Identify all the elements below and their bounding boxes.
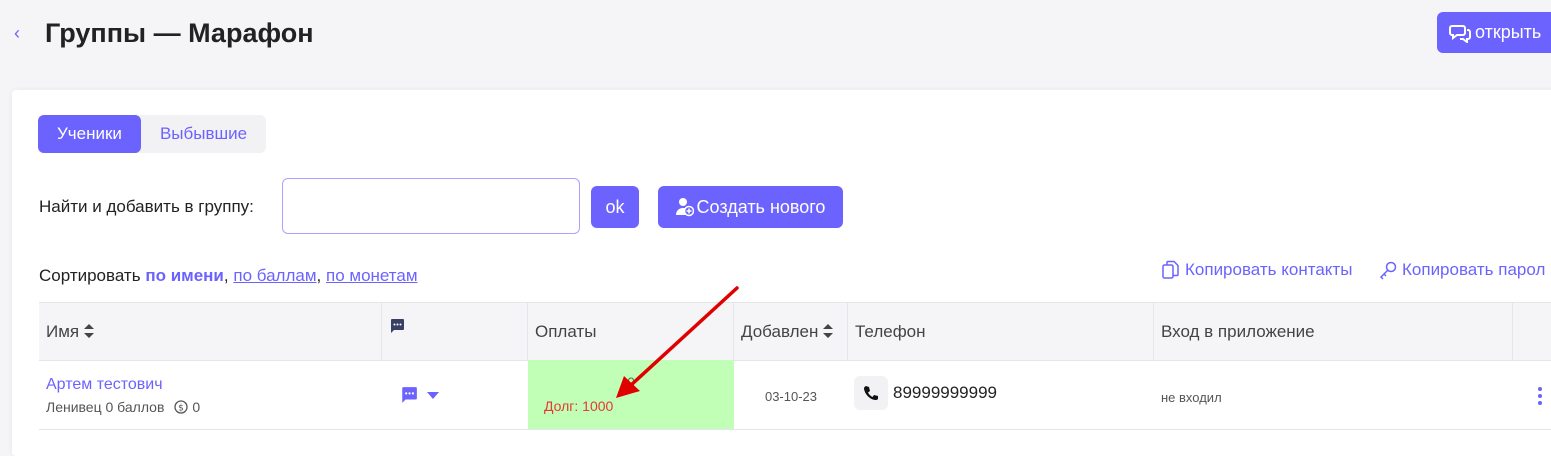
comment-icon xyxy=(391,318,404,333)
name-cell: Артем тестович Ленивец 0 баллов $ 0 xyxy=(39,360,382,429)
column-added-label: Добавлен xyxy=(741,322,819,341)
create-new-button[interactable]: Создать нового xyxy=(658,186,843,228)
comments-cell xyxy=(382,360,528,429)
student-status: Ленивец 0 баллов xyxy=(46,399,165,415)
column-added[interactable]: Добавлен xyxy=(734,303,848,360)
payment-cell[interactable]: 0 Долг: 1000 xyxy=(528,360,734,429)
sort-icon xyxy=(823,324,834,338)
chevron-left-icon[interactable]: ‹ xyxy=(14,22,30,44)
student-name-link[interactable]: Артем тестович xyxy=(46,376,163,394)
column-phone: Телефон xyxy=(848,303,1154,360)
student-coins: 0 xyxy=(192,399,201,415)
payment-debt: Долг: 1000 xyxy=(544,398,614,414)
phone-icon[interactable] xyxy=(854,376,888,410)
actions-cell xyxy=(1513,360,1551,429)
key-icon xyxy=(1379,261,1397,280)
phone-cell: 89999999999 xyxy=(848,360,1154,429)
tab-dropped[interactable]: Выбывшие xyxy=(141,115,266,153)
copy-passwords-link[interactable]: Копировать парол xyxy=(1378,260,1545,280)
added-date: 03-10-23 xyxy=(764,389,818,404)
sort-by-coins[interactable]: по монетам xyxy=(326,266,418,285)
search-input[interactable] xyxy=(282,178,580,234)
coin-icon: $ xyxy=(174,400,189,414)
copy-contacts-label: Копировать контакты xyxy=(1185,260,1353,279)
create-new-label: Создать нового xyxy=(696,196,826,217)
sort-separator: , xyxy=(316,266,322,285)
open-button-label: открыть xyxy=(1475,22,1542,42)
added-cell: 03-10-23 xyxy=(734,360,848,429)
table-header: Имя Оплаты Добавлен Телефон Вход в прило… xyxy=(39,302,1551,361)
caret-down-icon[interactable] xyxy=(427,392,439,400)
sort-icon xyxy=(83,324,94,338)
page-title: Группы — Марафон xyxy=(45,18,314,48)
column-login: Вход в приложение xyxy=(1154,303,1513,360)
column-payments: Оплаты xyxy=(528,303,734,360)
login-cell: не входил xyxy=(1154,360,1513,429)
column-name-label: Имя xyxy=(46,322,80,341)
copy-contacts-link[interactable]: Копировать контакты xyxy=(1161,260,1352,280)
tab-students[interactable]: Ученики xyxy=(38,115,141,153)
table-row: Артем тестович Ленивец 0 баллов $ 0 0 До… xyxy=(39,360,1551,430)
find-label: Найти и добавить в группу: xyxy=(39,197,254,216)
page-header: ‹ Группы — Марафон открыть xyxy=(0,0,1551,70)
login-status: не входил xyxy=(1161,390,1222,405)
sort-separator: , xyxy=(223,266,229,285)
open-chat-button[interactable]: открыть xyxy=(1437,12,1551,53)
group-card: Ученики Выбывшие Найти и добавить в груп… xyxy=(12,90,1551,456)
column-name[interactable]: Имя xyxy=(39,303,382,360)
student-meta: Ленивец 0 баллов $ 0 xyxy=(46,399,200,415)
add-user-icon xyxy=(675,198,694,217)
sort-by-points[interactable]: по баллам xyxy=(233,266,316,285)
column-actions xyxy=(1513,303,1551,360)
comment-icon[interactable] xyxy=(400,386,418,404)
svg-text:$: $ xyxy=(179,404,185,414)
ok-button[interactable]: ok xyxy=(591,186,639,228)
column-comments xyxy=(382,303,528,360)
sort-prefix: Сортировать xyxy=(39,266,141,285)
sort-by-name[interactable]: по имени xyxy=(145,266,224,285)
copy-passwords-label: Копировать парол xyxy=(1402,260,1546,279)
more-vertical-icon[interactable] xyxy=(1535,384,1545,408)
phone-number: 89999999999 xyxy=(893,383,998,402)
chat-icon xyxy=(1449,24,1471,43)
copy-icon xyxy=(1162,260,1179,279)
payment-value: 0 xyxy=(627,374,635,390)
sort-bar: Сортировать по имени, по баллам, по моне… xyxy=(39,265,418,287)
tabs: Ученики Выбывшие xyxy=(38,115,267,153)
